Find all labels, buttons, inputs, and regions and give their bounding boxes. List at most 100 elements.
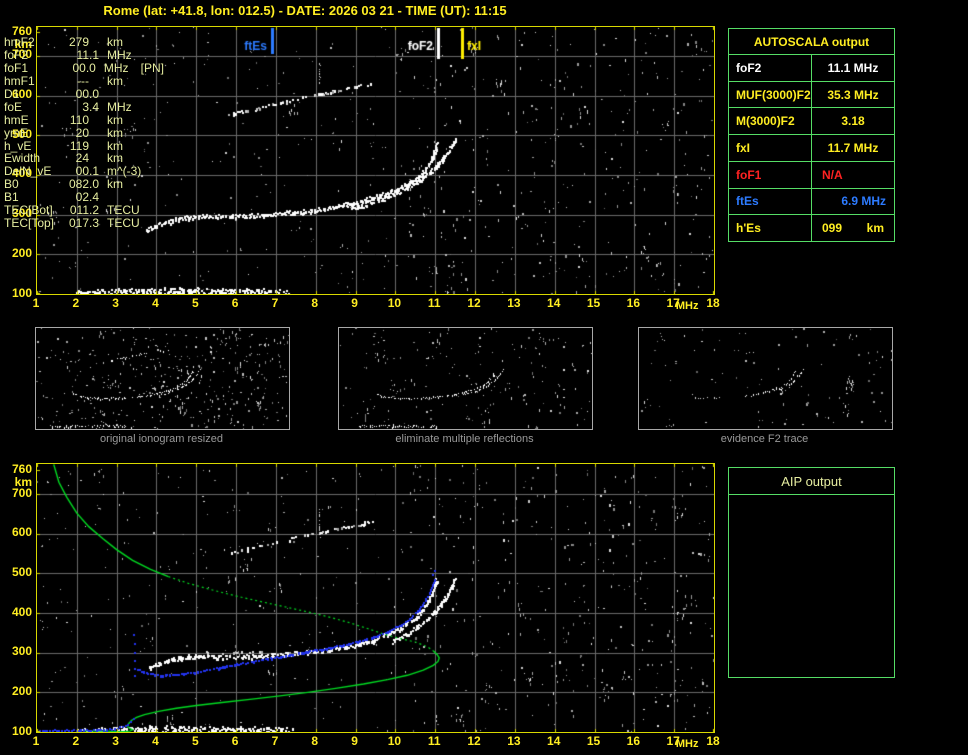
y-axis-tick-label: 400 <box>11 604 32 619</box>
table-row: h'Es 099 km <box>729 215 894 242</box>
x-axis-tick-label: 4 <box>152 734 159 748</box>
y-axis-tick-label: 200 <box>11 683 32 698</box>
aip-row: foF1 00.0 MHz [PN] <box>4 60 164 75</box>
aip-row-label: hmF1 <box>4 73 35 88</box>
aip-row-value: 017.3 <box>60 217 107 230</box>
aip-value-frac: .3 <box>89 216 100 231</box>
x-axis-tick-label: 8 <box>311 296 319 310</box>
aip-value-int: 11 <box>76 47 89 62</box>
aip-row: ymE 20 km <box>4 125 164 140</box>
row-unit: km <box>866 221 884 236</box>
y-axis-tick-label: 500 <box>11 564 32 579</box>
aip-row-label: foF2 <box>4 47 29 62</box>
aip-row-value: 110 <box>60 112 107 127</box>
aip-row-value: 3.4 <box>60 99 107 114</box>
row-value: 35.3 MHz <box>827 87 879 102</box>
x-axis-tick-label: 14 <box>547 734 561 748</box>
row-value: 6.9 MHz <box>841 194 886 209</box>
x-axis-tick-label: 18 <box>706 296 720 310</box>
aip-row-unit: MHz <box>107 99 132 114</box>
aip-value-int: --- <box>77 73 89 88</box>
row-label: h'Es <box>729 215 812 242</box>
aip-output-rows: hmF2 279 km foF2 11.1 MHz foF1 00.0 MHz … <box>4 36 164 230</box>
aip-value-frac <box>89 75 107 88</box>
x-axis-tick-label: 12 <box>467 734 481 748</box>
x-axis-tick-label: 6 <box>231 734 239 748</box>
y-axis-tick-label: 200 <box>11 245 32 260</box>
autoscala-screen: Rome (lat: +41.8, lon: 012.5) - DATE: 20… <box>0 0 968 755</box>
aip-value-int: 017 <box>68 216 89 231</box>
thumbnail-cleaned-ionogram <box>338 327 593 430</box>
table-row: MUF(3000)F2 35.3 MHz <box>729 81 894 109</box>
thumbnail-caption: eliminate multiple reflections <box>395 433 534 445</box>
row-label: foF2 <box>729 55 812 81</box>
x-axis-tick-label: 5 <box>191 296 199 310</box>
aip-row-unit: km <box>107 125 123 140</box>
row-value: 11.1 MHz <box>827 60 879 75</box>
aip-value-int: 110 <box>69 112 89 127</box>
x-axis-tick-label: 11 <box>427 734 441 748</box>
x-axis-tick-label: 12 <box>467 296 481 310</box>
y-axis-tick-label: 760 <box>11 461 32 476</box>
x-axis-tick-label: 14 <box>547 296 561 310</box>
aip-row: TEC[Top] 017.3 TECU <box>4 217 164 230</box>
table-row: foF1 N/A <box>729 161 894 189</box>
thumbnail-f2-trace <box>638 327 893 430</box>
x-axis-tick-label: 3 <box>112 734 119 748</box>
x-axis-tick-label: 13 <box>507 734 521 748</box>
thumbnail-caption: original ionogram resized <box>100 433 223 445</box>
aip-output-box: AIP output <box>728 467 895 678</box>
aip-row-unit: km <box>107 177 123 192</box>
aip-value-int: 279 <box>68 35 89 49</box>
aip-row: D1 00.0 <box>4 86 164 101</box>
table-row: ftEs 6.9 MHz <box>729 188 894 216</box>
thumbnail-canvas <box>639 328 892 429</box>
aip-value-int: 3 <box>82 99 89 114</box>
thumbnail-canvas <box>36 328 289 429</box>
x-axis-tick-label: 18 <box>706 734 720 748</box>
row-value: N/A <box>822 167 843 182</box>
x-axis-tick-label: 15 <box>586 296 601 310</box>
aip-row: hmE 110 km <box>4 112 164 127</box>
aip-row-label: foF1 <box>4 60 29 75</box>
x-axis-tick-label: 11 <box>427 296 441 310</box>
aip-header: AIP output <box>729 468 894 495</box>
aip-value-int: 00 <box>72 60 86 75</box>
bottom-ionogram-with-profile: 760 km 700 600 500 400 300 200 100 1 2 3 4 5 6 7 8 9 10 11 1… <box>0 457 730 755</box>
x-axis-tick-label: 16 <box>626 296 641 310</box>
autoscala-output-table: AUTOSCALA output foF2 11.1 MHz MUF(3000)… <box>728 28 895 242</box>
row-label: M(3000)F2 <box>729 108 812 135</box>
x-axis-unit-label: MHz <box>675 300 699 312</box>
row-value: 11.7 MHz <box>827 141 879 156</box>
table-row: fxI 11.7 MHz <box>729 135 894 162</box>
aip-row-unit: km <box>107 73 123 88</box>
aip-row-extra: [PN] <box>140 60 164 75</box>
aip-row-value: 279 <box>60 36 107 49</box>
table-row: M(3000)F2 3.18 <box>729 108 894 136</box>
aip-row-value: --- <box>60 73 107 88</box>
row-label: MUF(3000)F2 <box>729 81 812 108</box>
row-value: 099 <box>822 221 843 236</box>
table-row: foF2 11.1 MHz <box>729 55 894 82</box>
thumbnail-original-ionogram <box>35 327 290 430</box>
aip-value-frac: .4 <box>89 99 100 114</box>
aip-row: foE 3.4 MHz <box>4 99 164 114</box>
aip-value-frac: .1 <box>89 47 100 62</box>
aip-row-label: ymE <box>4 125 28 140</box>
x-axis-tick-label: 3 <box>112 296 119 310</box>
aip-row-label: hmF2 <box>4 35 35 49</box>
aip-value-frac <box>89 127 107 140</box>
aip-row-unit: TECU <box>107 216 140 231</box>
aip-row-label: TEC[Top] <box>4 216 55 231</box>
x-axis-tick-label: 13 <box>507 296 521 310</box>
x-axis-tick-label: 10 <box>387 734 402 748</box>
row-label: foF1 <box>729 161 812 188</box>
thumbnail-caption: evidence F2 trace <box>720 433 809 445</box>
x-axis-tick-label: 9 <box>351 296 358 310</box>
row-label: fxI <box>729 135 812 161</box>
x-axis-tick-label: 5 <box>191 734 199 748</box>
y-axis-tick-label: 600 <box>11 525 32 540</box>
aip-row: hmF1 --- km <box>4 73 164 88</box>
aip-row-unit <box>107 88 146 101</box>
aip-row-label: D1 <box>4 86 20 101</box>
